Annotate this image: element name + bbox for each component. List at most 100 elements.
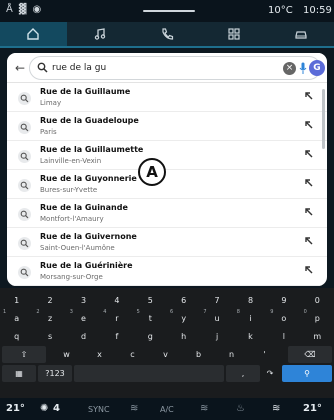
search-icon	[18, 208, 31, 221]
comma-key[interactable]: ,	[226, 365, 260, 382]
key-label: t	[148, 314, 152, 323]
fill-query-arrow-icon[interactable]	[304, 265, 314, 275]
tab-apps[interactable]	[200, 22, 267, 46]
search-icon	[18, 266, 31, 279]
key-alt-digit: 5	[136, 309, 140, 315]
scrollbar[interactable]	[322, 89, 325, 149]
emoji-key[interactable]: ▦	[2, 365, 36, 382]
outside-temperature: 10°C	[268, 5, 293, 16]
notification-handle[interactable]	[143, 10, 195, 12]
key-alt-digit: 3	[69, 309, 73, 315]
key-g[interactable]: g	[134, 328, 167, 345]
list-item[interactable]: Rue de la Guillaume Limay	[7, 83, 327, 112]
fill-query-arrow-icon[interactable]	[304, 91, 314, 101]
street-name: Rue de la Guivernone	[40, 232, 137, 241]
search-input[interactable]: rue de la gu	[52, 63, 106, 73]
on-screen-keyboard: 1 2 3 4 5 6 7 8 9 0 1a2z3e4r5t6y7u8i9o0p qsdfghjklm…	[0, 288, 334, 398]
apps-grid-icon	[228, 28, 240, 40]
key-l[interactable]: l	[267, 328, 300, 345]
search-field[interactable]: rue de la gu × G	[29, 56, 325, 80]
key-i[interactable]: 8i	[234, 309, 267, 327]
fill-query-arrow-icon[interactable]	[304, 149, 314, 159]
key-alt-digit: 6	[170, 309, 174, 315]
key-u[interactable]: 7u	[200, 309, 233, 327]
rear-defrost-icon[interactable]: ≋	[130, 403, 138, 414]
key-a[interactable]: 1a	[0, 309, 33, 327]
symbols-key[interactable]: ?123	[38, 365, 72, 382]
fill-query-arrow-icon[interactable]	[304, 236, 314, 246]
search-icon	[18, 121, 31, 134]
tab-music[interactable]	[67, 22, 134, 46]
fill-query-arrow-icon[interactable]	[304, 178, 314, 188]
tab-vehicle[interactable]	[267, 22, 334, 46]
list-item[interactable]: Rue de la Guillaumette Lainville-en-Vexin	[7, 141, 327, 170]
backspace-key[interactable]: ⌫	[288, 346, 332, 363]
city-name: Montfort-l'Amaury	[40, 215, 104, 223]
key-w[interactable]: w	[50, 346, 83, 363]
key-s[interactable]: s	[33, 328, 66, 345]
list-item[interactable]: Rue de la Guyonnerie Bures-sur-Yvette	[7, 170, 327, 199]
fill-query-arrow-icon[interactable]	[304, 207, 314, 217]
fill-query-arrow-icon[interactable]	[304, 120, 314, 130]
suggestion-list: Rue de la Guillaume Limay Rue de la Guadel…	[7, 83, 327, 286]
key-e[interactable]: 3e	[67, 309, 100, 327]
key-apostrophe[interactable]: '	[248, 346, 281, 363]
microphone-icon[interactable]	[299, 62, 307, 75]
fan-speed[interactable]: 4	[53, 403, 60, 414]
tab-home[interactable]	[0, 22, 67, 46]
shift-key[interactable]: ⇧	[2, 346, 46, 363]
key-r[interactable]: 4r	[100, 309, 133, 327]
passenger-temperature[interactable]: 21°	[303, 403, 322, 414]
key-p[interactable]: 0p	[301, 309, 334, 327]
top-navigation	[0, 22, 334, 48]
sync-button[interactable]: SYNC	[88, 405, 110, 414]
key-alt-digit: 8	[236, 309, 240, 315]
key-h[interactable]: h	[167, 328, 200, 345]
key-m[interactable]: m	[301, 328, 334, 345]
space-key[interactable]	[74, 365, 224, 382]
phone-icon	[162, 28, 174, 40]
key-n[interactable]: n	[215, 346, 248, 363]
key-x[interactable]: x	[83, 346, 116, 363]
driver-temperature[interactable]: 21°	[6, 403, 25, 414]
user-avatar[interactable]: G	[309, 60, 325, 76]
wifi-icon: ◉	[32, 4, 42, 15]
key-label: z	[47, 314, 53, 323]
key-k[interactable]: k	[234, 328, 267, 345]
city-name: Paris	[40, 128, 57, 136]
key-d[interactable]: d	[67, 328, 100, 345]
cursor-key[interactable]: ↷	[262, 365, 278, 382]
key-f[interactable]: f	[100, 328, 133, 345]
key-label: u	[214, 314, 220, 323]
key-y[interactable]: 6y	[167, 309, 200, 327]
back-arrow-icon[interactable]: ←	[15, 61, 25, 75]
seat-heat-icon[interactable]: ♨	[236, 403, 245, 414]
key-j[interactable]: j	[200, 328, 233, 345]
key-t[interactable]: 5t	[134, 309, 167, 327]
key-o[interactable]: 9o	[267, 309, 300, 327]
list-item[interactable]: Rue de la Guadeloupe Paris	[7, 112, 327, 141]
street-name: Rue de la Guyonnerie	[40, 174, 137, 183]
key-c[interactable]: c	[116, 346, 149, 363]
key-z[interactable]: 2z	[33, 309, 66, 327]
tab-phone[interactable]	[134, 22, 201, 46]
list-item[interactable]: Rue de la Guivernone Saint-Ouen-l'Aumône	[7, 228, 327, 257]
callout-label: A	[138, 158, 166, 186]
climate-bar: 21° ✺ 4 SYNC ≋ A/C ≋ ♨ ≋ 21°	[0, 398, 334, 420]
list-item[interactable]: Rue de la Guérinière Morsang-sur-Orge	[7, 257, 327, 286]
key-b[interactable]: b	[182, 346, 215, 363]
front-defrost-icon[interactable]: ≋	[200, 403, 208, 414]
search-submit-key[interactable]: ⚲	[282, 365, 332, 382]
street-name: Rue de la Guérinière	[40, 261, 133, 270]
home-icon	[27, 28, 40, 40]
ac-button[interactable]: A/C	[160, 405, 174, 414]
key-v[interactable]: v	[149, 346, 182, 363]
clear-search-icon[interactable]: ×	[283, 62, 296, 75]
seat-fan-icon[interactable]: ≋	[272, 403, 280, 414]
key-label: i	[249, 314, 252, 323]
key-q[interactable]: q	[0, 328, 33, 345]
signal-icon: ▓	[18, 4, 27, 15]
city-name: Bures-sur-Yvette	[40, 186, 98, 194]
key-label: r	[115, 314, 119, 323]
list-item[interactable]: Rue de la Guinande Montfort-l'Amaury	[7, 199, 327, 228]
